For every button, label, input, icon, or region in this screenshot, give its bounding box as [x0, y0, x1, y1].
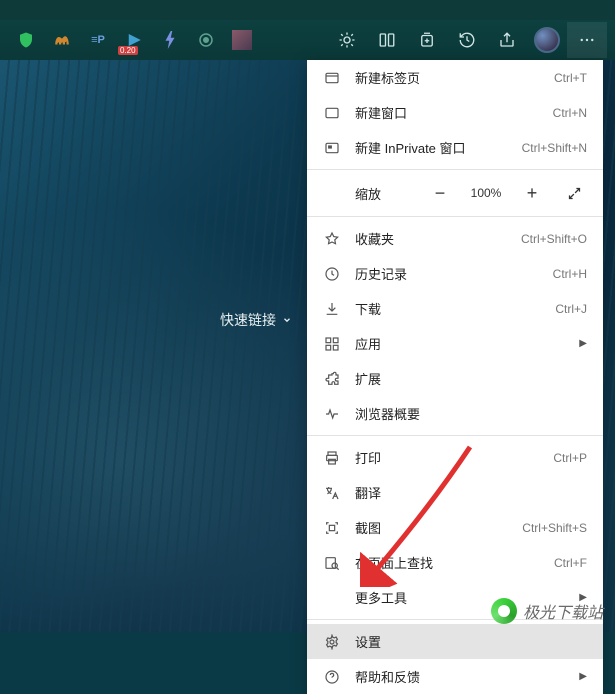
- separator: [307, 435, 603, 436]
- menu-label: 历史记录: [355, 264, 539, 283]
- menu-label: 下载: [355, 299, 541, 318]
- menu-essentials[interactable]: 浏览器概要: [307, 396, 603, 431]
- window-icon: [323, 104, 341, 122]
- ext-play-icon[interactable]: 0.20: [116, 25, 152, 55]
- menu-label: 浏览器概要: [355, 404, 587, 423]
- ext-ep-icon[interactable]: ≡P: [80, 25, 116, 55]
- ext-avatar-icon[interactable]: [224, 25, 260, 55]
- share-icon[interactable]: [487, 22, 527, 58]
- menu-shortcut: Ctrl+Shift+N: [522, 141, 587, 155]
- avatar: [534, 27, 560, 53]
- menu-apps[interactable]: 应用 ▶: [307, 326, 603, 361]
- ext-bolt-icon[interactable]: [152, 25, 188, 55]
- fullscreen-button[interactable]: [557, 178, 591, 208]
- menu-button[interactable]: [567, 22, 607, 58]
- menu-label: 设置: [355, 632, 587, 651]
- chevron-right-icon: ▶: [579, 671, 587, 682]
- apps-icon: [323, 335, 341, 353]
- ext-shield-icon[interactable]: [8, 25, 44, 55]
- menu-help[interactable]: 帮助和反馈 ▶: [307, 659, 603, 694]
- puzzle-icon: [323, 370, 341, 388]
- quick-links-label: 快速链接: [220, 310, 276, 330]
- zoom-label: 缩放: [355, 184, 415, 203]
- menu-label: 翻译: [355, 483, 587, 502]
- separator: [307, 169, 603, 170]
- watermark-logo-icon: [491, 598, 517, 624]
- download-icon: [323, 300, 341, 318]
- chevron-right-icon: ▶: [579, 338, 587, 349]
- screenshot-icon: [323, 519, 341, 537]
- chevron-down-icon: [282, 315, 292, 325]
- menu-shortcut: Ctrl+Shift+S: [522, 521, 587, 535]
- profile-avatar[interactable]: [527, 22, 567, 58]
- clock-icon: [323, 265, 341, 283]
- translate-icon: [323, 484, 341, 502]
- menu-shortcut: Ctrl+H: [553, 267, 587, 281]
- collections-icon[interactable]: [407, 22, 447, 58]
- menu-settings[interactable]: 设置: [307, 624, 603, 659]
- quick-links[interactable]: 快速链接: [220, 310, 292, 330]
- menu-history[interactable]: 历史记录 Ctrl+H: [307, 256, 603, 291]
- gear-icon: [323, 633, 341, 651]
- zoom-in-button[interactable]: +: [515, 178, 549, 208]
- menu-label: 打印: [355, 448, 539, 467]
- menu-label: 扩展: [355, 369, 587, 388]
- pulse-icon: [323, 405, 341, 423]
- menu-shortcut: Ctrl+Shift+O: [521, 232, 587, 246]
- ext-circle-icon[interactable]: [188, 25, 224, 55]
- zoom-out-button[interactable]: −: [423, 178, 457, 208]
- menu-screenshot[interactable]: 截图 Ctrl+Shift+S: [307, 510, 603, 545]
- menu-new-inprivate[interactable]: 新建 InPrivate 窗口 Ctrl+Shift+N: [307, 130, 603, 165]
- menu-downloads[interactable]: 下载 Ctrl+J: [307, 291, 603, 326]
- watermark-text: 极光下载站: [523, 599, 603, 623]
- printer-icon: [323, 449, 341, 467]
- menu-label: 帮助和反馈: [355, 667, 565, 686]
- menu-shortcut: Ctrl+F: [554, 556, 587, 570]
- menu-label: 在页面上查找: [355, 553, 540, 572]
- personalize-icon[interactable]: [327, 22, 367, 58]
- menu-label: 收藏夹: [355, 229, 507, 248]
- menu-shortcut: Ctrl+N: [553, 106, 587, 120]
- menu-translate[interactable]: 翻译: [307, 475, 603, 510]
- help-icon: [323, 668, 341, 686]
- menu-label: 新建标签页: [355, 68, 540, 87]
- find-icon: [323, 554, 341, 572]
- menu-label: 应用: [355, 334, 565, 353]
- menu-shortcut: Ctrl+T: [554, 71, 587, 85]
- ext-camel-icon[interactable]: [44, 25, 80, 55]
- tab-icon: [323, 69, 341, 87]
- menu-print[interactable]: 打印 Ctrl+P: [307, 440, 603, 475]
- toolbar: ≡P 0.20: [0, 20, 615, 60]
- menu-shortcut: Ctrl+J: [555, 302, 587, 316]
- menu-new-tab[interactable]: 新建标签页 Ctrl+T: [307, 60, 603, 95]
- menu-new-window[interactable]: 新建窗口 Ctrl+N: [307, 95, 603, 130]
- zoom-value: 100%: [465, 186, 507, 200]
- history-icon[interactable]: [447, 22, 487, 58]
- watermark: 极光下载站: [491, 598, 603, 624]
- menu-find[interactable]: 在页面上查找 Ctrl+F: [307, 545, 603, 580]
- split-screen-icon[interactable]: [367, 22, 407, 58]
- menu-extensions[interactable]: 扩展: [307, 361, 603, 396]
- menu-label: 新建 InPrivate 窗口: [355, 138, 508, 157]
- menu-label: 新建窗口: [355, 103, 539, 122]
- ext-badge: 0.20: [118, 46, 138, 55]
- menu-zoom: 缩放 − 100% +: [307, 174, 603, 212]
- inprivate-icon: [323, 139, 341, 157]
- star-icon: [323, 230, 341, 248]
- tab-strip: [0, 0, 615, 20]
- menu-shortcut: Ctrl+P: [553, 451, 587, 465]
- menu-favorites[interactable]: 收藏夹 Ctrl+Shift+O: [307, 221, 603, 256]
- menu-label: 截图: [355, 518, 508, 537]
- separator: [307, 216, 603, 217]
